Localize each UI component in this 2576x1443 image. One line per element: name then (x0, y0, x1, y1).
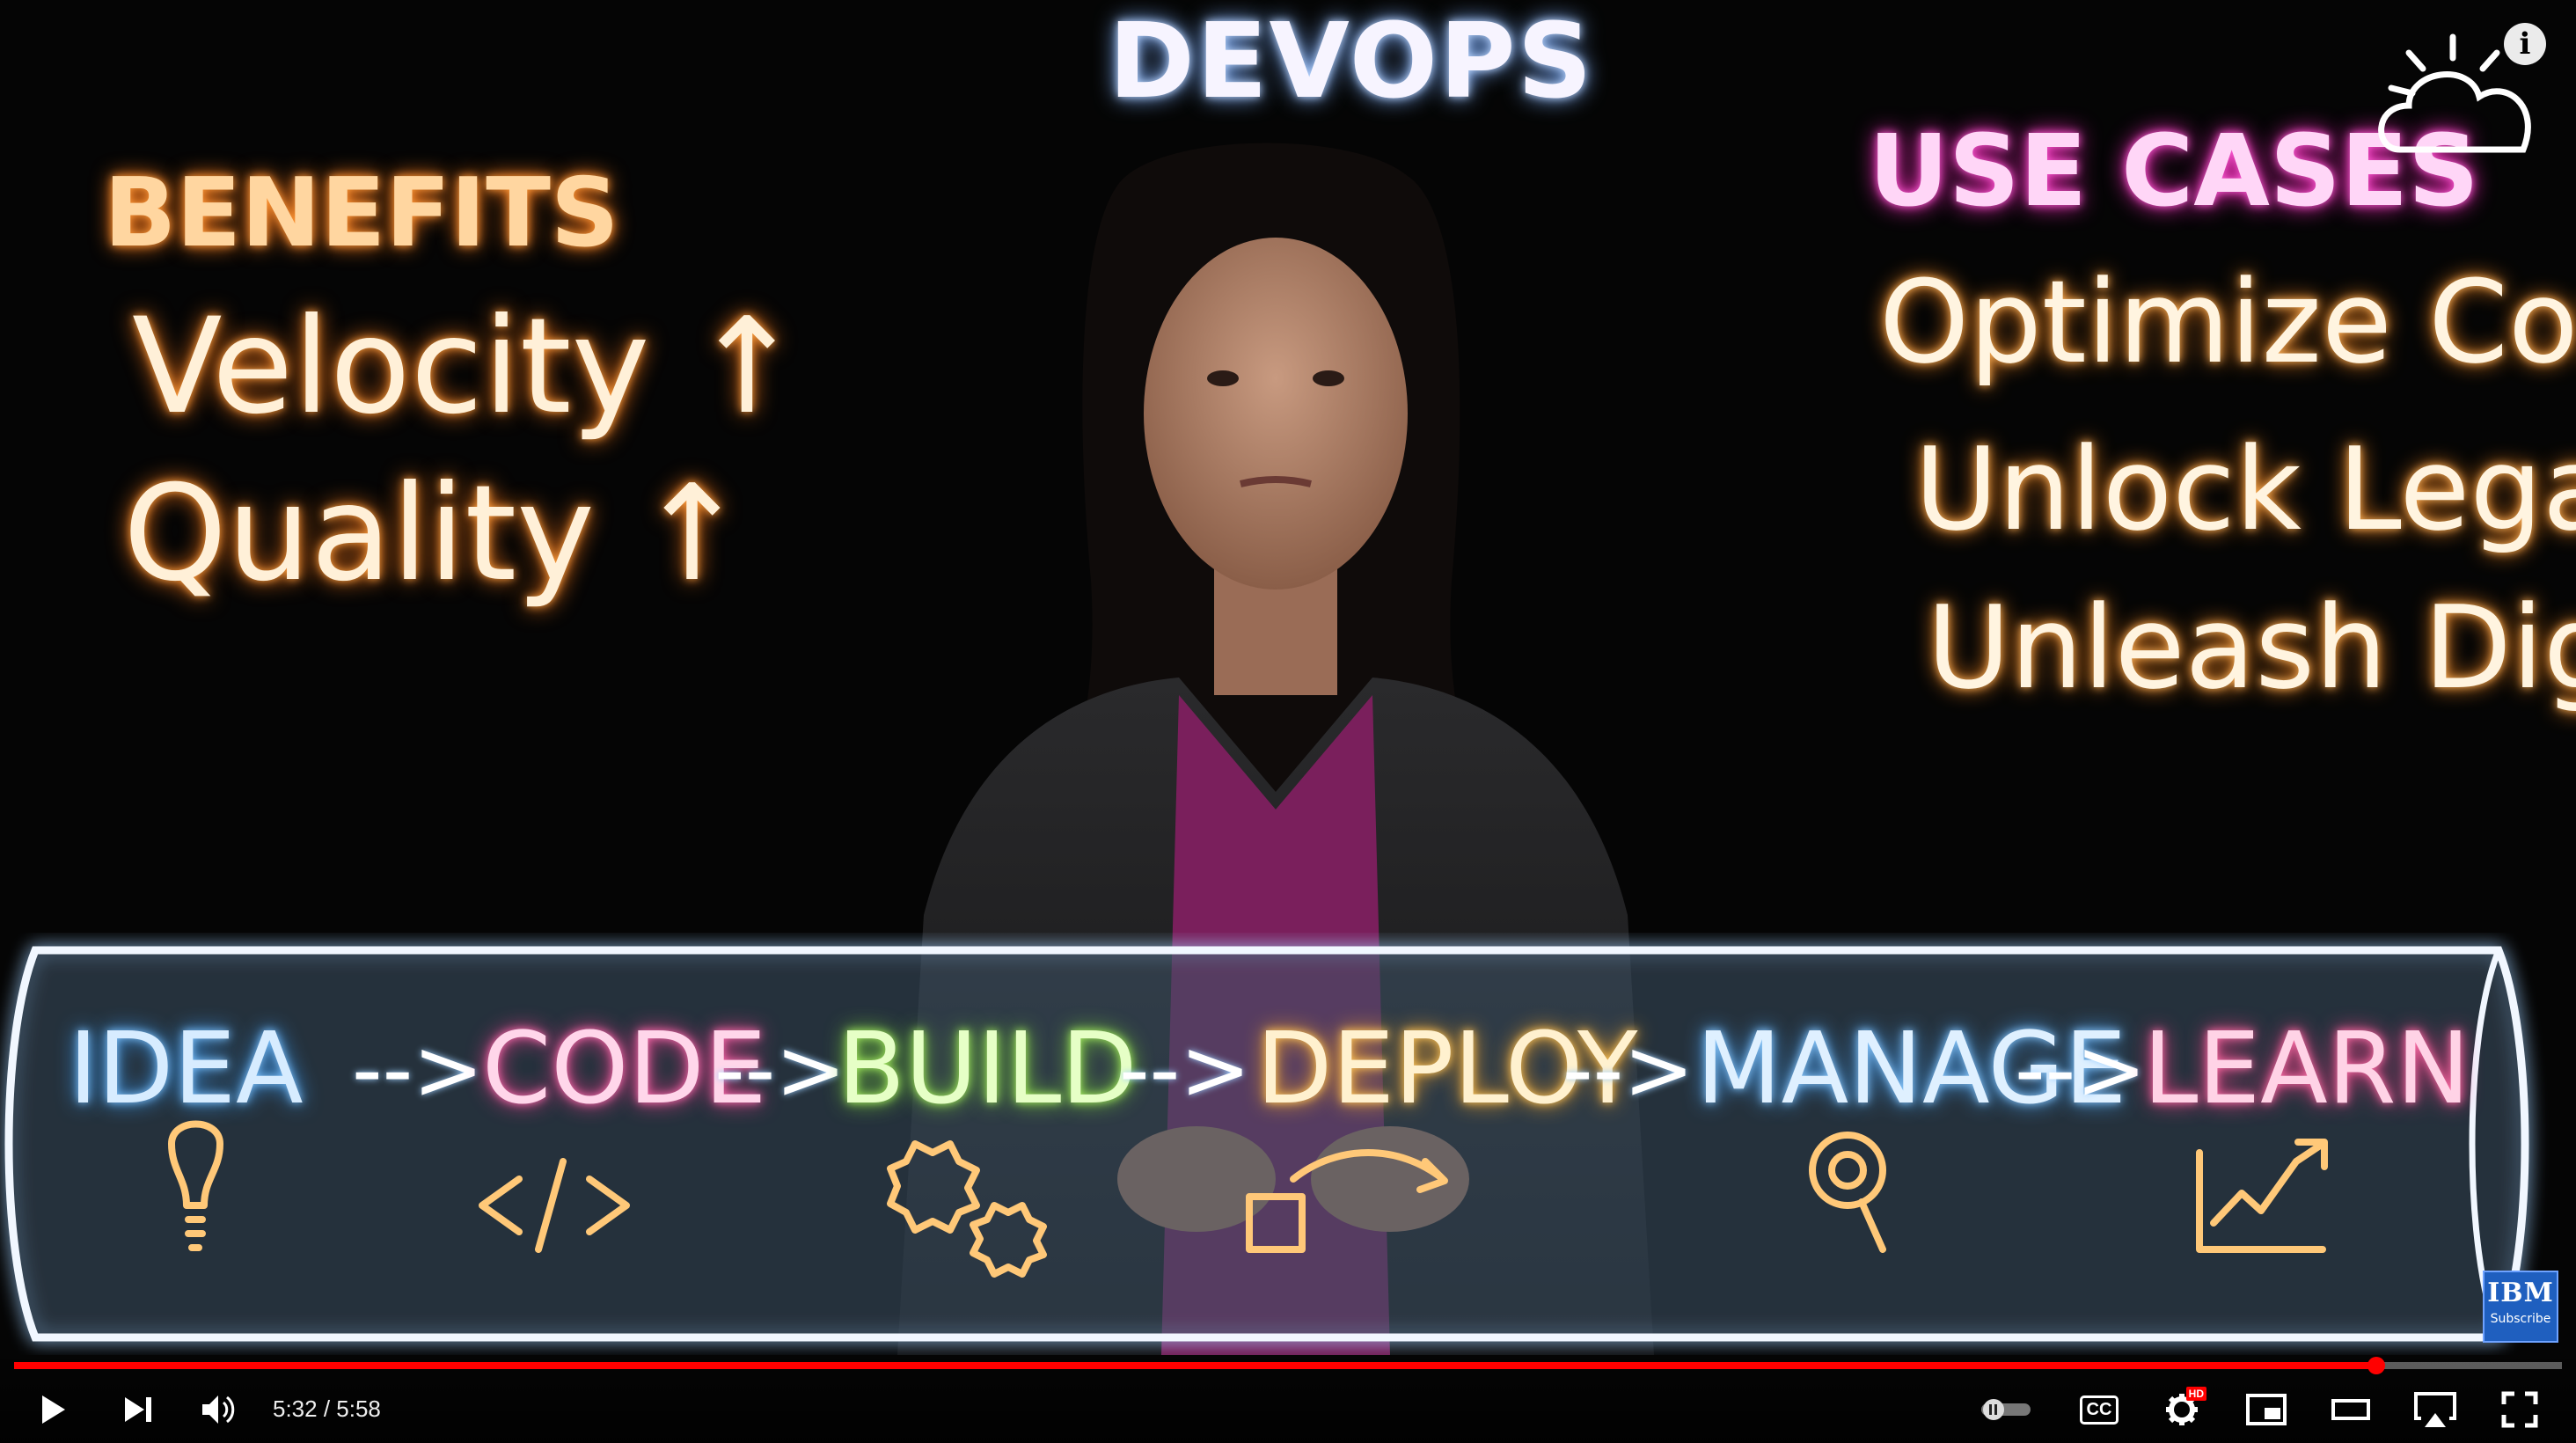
captions-label: CC (2086, 1399, 2112, 1419)
hd-badge: HD (2185, 1387, 2206, 1401)
progress-played (14, 1362, 2376, 1369)
trend-chart-icon (2196, 1139, 2328, 1253)
theater-mode-button[interactable] (2323, 1381, 2379, 1438)
time-total: 5:58 (336, 1395, 381, 1422)
volume-button[interactable] (190, 1381, 246, 1438)
fullscreen-icon (2501, 1391, 2538, 1428)
deploy-box-icon (1246, 1149, 1448, 1253)
subscribe-watermark-button[interactable]: IBM Subscribe (2483, 1271, 2558, 1343)
video-title-handwriting: DEVOPS (1109, 0, 1594, 121)
captions-button[interactable]: CC (2071, 1381, 2127, 1438)
benefit-item: Velocity ↑ (132, 290, 802, 443)
captions-icon: CC (2079, 1395, 2119, 1425)
time-display: 5:32 / 5:58 (273, 1395, 381, 1423)
lightbulb-icon (168, 1120, 223, 1251)
autoplay-toggle-icon (1981, 1399, 2031, 1420)
time-separator: / (317, 1395, 337, 1422)
use-case-item: Unleash Digital (1927, 581, 2576, 714)
progress-scrubber[interactable] (2367, 1357, 2385, 1374)
volume-icon (202, 1395, 235, 1424)
code-brackets-icon (479, 1158, 630, 1253)
pipeline-arrow: --> (352, 1021, 484, 1119)
play-icon (42, 1395, 65, 1424)
subscribe-text: Subscribe (2490, 1312, 2551, 1326)
pipeline-arrow: --> (1562, 1021, 1694, 1119)
airplay-button[interactable] (2407, 1381, 2463, 1438)
airplay-icon (2414, 1392, 2456, 1427)
stage-doodles (168, 1120, 2328, 1278)
settings-button[interactable]: HD (2154, 1381, 2210, 1438)
pipeline-arrow: --> (2015, 1021, 2147, 1119)
pipeline-arrow: --> (714, 1021, 846, 1119)
theater-icon (2331, 1399, 2370, 1420)
gears-icon (887, 1140, 1047, 1278)
time-current: 5:32 (273, 1395, 318, 1422)
use-case-item: Optimize Core (1879, 255, 2576, 389)
benefits-heading: BENEFITS (104, 158, 619, 268)
ibm-brand-text: IBM (2487, 1278, 2554, 1308)
info-icon[interactable]: i (2504, 23, 2546, 65)
pipeline-arrow: --> (1119, 1021, 1251, 1119)
miniplayer-icon (2246, 1394, 2287, 1425)
next-button[interactable] (109, 1381, 165, 1438)
magnifier-icon (1809, 1132, 1886, 1253)
use-case-item: Unlock Legacy (1914, 422, 2576, 556)
autoplay-toggle[interactable] (1978, 1381, 2034, 1438)
next-icon (125, 1397, 151, 1422)
benefit-item: Quality ↑ (123, 458, 748, 611)
progress-bar[interactable] (14, 1357, 2562, 1374)
play-button[interactable] (25, 1381, 81, 1438)
video-player[interactable]: DEVOPS BENEFITS Velocity ↑ Quality ↑ USE… (0, 0, 2576, 1443)
miniplayer-button[interactable] (2238, 1381, 2294, 1438)
fullscreen-button[interactable] (2492, 1381, 2548, 1438)
player-controls-bar: 5:32 / 5:58 CC HD (0, 1346, 2576, 1443)
